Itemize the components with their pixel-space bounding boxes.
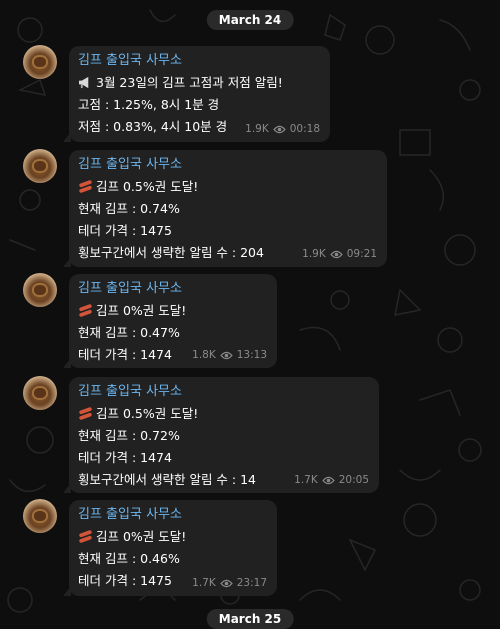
- message-line: 김프 0%권 도달!: [78, 300, 268, 322]
- message-meta: 1.9K 09:21: [302, 248, 377, 260]
- message-line: 현재 김프 : 0.72%: [78, 428, 180, 443]
- message-line: 김프 0.5%권 도달!: [78, 176, 378, 198]
- message-text: 김프 0%권 도달!: [96, 303, 187, 318]
- eye-icon: [220, 579, 233, 587]
- message-bubble: 김프 출입국 사무소 김프 0%권 도달! 현재 김프 : 0.47% 테더 가…: [63, 274, 277, 368]
- message-bubble: 김프 출입국 사무소 김프 0.5%권 도달! 현재 김프 : 0.72% 테더…: [63, 377, 379, 493]
- message-line: 3월 23일의 김프 고점과 저점 알림!: [78, 72, 321, 94]
- message-line: 현재 김프 : 0.46%: [78, 551, 180, 566]
- message-meta: 1.8K 13:13: [192, 349, 267, 361]
- message-time: 09:21: [346, 248, 377, 260]
- view-count: 1.9K: [245, 123, 269, 135]
- message-line: 현재 김프 : 0.74%: [78, 201, 180, 216]
- message-line: 김프 0%권 도달!: [78, 526, 268, 548]
- view-count: 1.7K: [192, 577, 216, 589]
- avatar[interactable]: [23, 45, 57, 79]
- message-text: 3월 23일의 김프 고점과 저점 알림!: [96, 75, 283, 90]
- eye-icon: [273, 125, 286, 133]
- message-line: 테더 가격 : 1475: [78, 223, 172, 238]
- sausage-icon: [79, 304, 92, 317]
- sender-name[interactable]: 김프 출입국 사무소: [78, 279, 268, 298]
- message-line: 현재 김프 : 0.47%: [78, 325, 180, 340]
- message-meta: 1.7K 20:05: [294, 474, 369, 486]
- date-separator: March 24: [206, 10, 294, 30]
- avatar[interactable]: [23, 499, 57, 533]
- view-count: 1.9K: [302, 248, 326, 260]
- message-meta: 1.7K 23:17: [192, 577, 267, 589]
- sender-name[interactable]: 김프 출입국 사무소: [78, 155, 378, 174]
- avatar[interactable]: [23, 273, 57, 307]
- sender-name[interactable]: 김프 출입국 사무소: [78, 382, 370, 401]
- message-text: 김프 0.5%권 도달!: [96, 179, 199, 194]
- sender-name[interactable]: 김프 출입국 사무소: [78, 505, 268, 524]
- megaphone-icon: [79, 76, 89, 89]
- message-text: 김프 0%권 도달!: [96, 529, 187, 544]
- eye-icon: [330, 250, 343, 258]
- message-bubble: 김프 출입국 사무소 김프 0.5%권 도달! 현재 김프 : 0.74% 테더…: [63, 150, 387, 267]
- sender-name[interactable]: 김프 출입국 사무소: [78, 51, 321, 70]
- sausage-icon: [79, 530, 92, 543]
- view-count: 1.7K: [294, 474, 318, 486]
- message-line: 김프 0.5%권 도달!: [78, 403, 370, 425]
- date-separator: March 25: [206, 609, 294, 629]
- avatar[interactable]: [23, 376, 57, 410]
- sausage-icon: [79, 407, 92, 420]
- message-time: 20:05: [338, 474, 369, 486]
- message-meta: 1.9K 00:18: [245, 123, 320, 135]
- message-text: 김프 0.5%권 도달!: [96, 406, 199, 421]
- sausage-icon: [79, 180, 92, 193]
- message-time: 23:17: [236, 577, 267, 589]
- message-time: 13:13: [236, 349, 267, 361]
- message-bubble: 김프 출입국 사무소 김프 0%권 도달! 현재 김프 : 0.46% 테더 가…: [63, 500, 277, 596]
- eye-icon: [322, 476, 335, 484]
- avatar[interactable]: [23, 149, 57, 183]
- eye-icon: [220, 351, 233, 359]
- message-line: 고점 : 1.25%, 8시 1분 경: [78, 97, 220, 112]
- message-time: 00:18: [289, 123, 320, 135]
- message-line: 테더 가격 : 1474: [78, 450, 172, 465]
- view-count: 1.8K: [192, 349, 216, 361]
- message-bubble: 김프 출입국 사무소 3월 23일의 김프 고점과 저점 알림! 고점 : 1.…: [63, 46, 330, 142]
